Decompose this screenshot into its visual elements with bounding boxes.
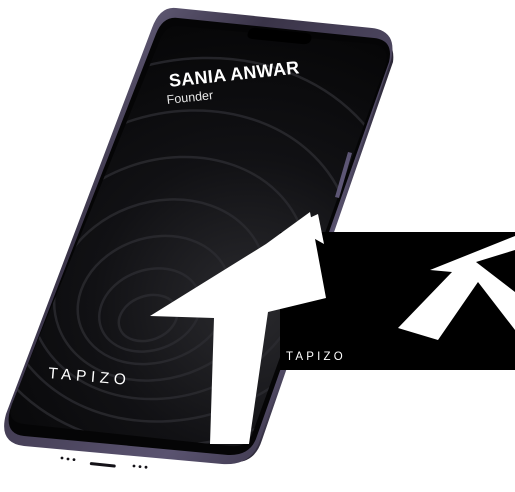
card-brand-wordmark: TAPIZO [286, 351, 346, 363]
phone-bottom-port [60, 456, 148, 469]
